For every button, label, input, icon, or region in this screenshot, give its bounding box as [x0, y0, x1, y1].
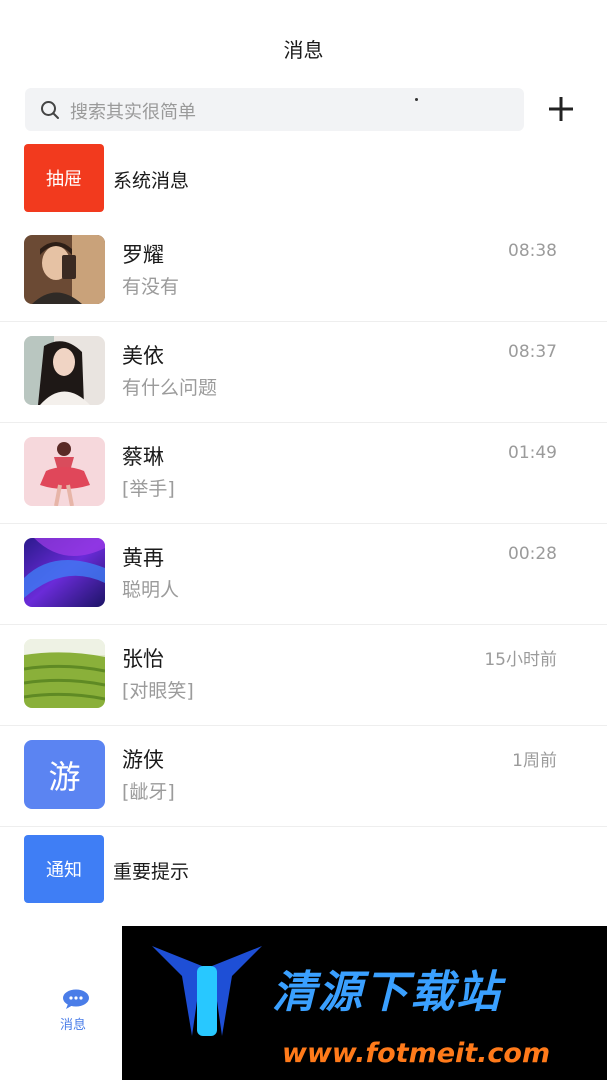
search-input[interactable]: 搜索其实很简单: [70, 98, 196, 124]
avatar-text: 游: [24, 740, 105, 809]
avatar: [24, 639, 105, 708]
avatar: [24, 437, 105, 506]
chat-message: 聪明人: [122, 579, 180, 601]
tab-messages[interactable]: 消息: [60, 1014, 86, 1033]
chat-time: 1周前: [512, 751, 557, 771]
notice-row[interactable]: 通知 重要提示: [0, 835, 607, 905]
watermark-logo-icon: [152, 946, 262, 1036]
chat-time: 01:49: [508, 443, 557, 463]
avatar: [24, 235, 105, 304]
watermark-title: 清源下载站: [272, 967, 502, 1018]
chat-name: 蔡琳: [122, 445, 164, 469]
notice-badge[interactable]: 通知: [24, 835, 104, 903]
page-title: 消息: [283, 38, 324, 62]
search-icon: [41, 101, 59, 119]
chat-message: 有什么问题: [122, 377, 218, 399]
chat-bubble-icon[interactable]: [62, 989, 90, 1009]
search-dot: [415, 98, 418, 101]
chat-message: [举手]: [122, 478, 175, 500]
avatar: [24, 538, 105, 607]
drawer-badge[interactable]: 抽屉: [24, 144, 104, 212]
chat-time: 08:37: [508, 342, 557, 362]
header: 消息: [0, 0, 607, 88]
chat-time: 00:28: [508, 544, 557, 564]
chat-row[interactable]: 张怡 [对眼笑] 15小时前: [0, 625, 607, 726]
chat-row[interactable]: 罗耀 有没有 08:38: [0, 221, 607, 322]
chat-row[interactable]: 游 游侠 [龇牙] 1周前: [0, 726, 607, 827]
chat-name: 张怡: [122, 647, 164, 671]
chat-time: 15小时前: [484, 650, 557, 670]
chat-name: 游侠: [122, 748, 164, 772]
bottom-tabbar: [0, 926, 122, 1080]
search-bar[interactable]: 搜索其实很简单: [25, 88, 524, 131]
notice-label: 重要提示: [113, 861, 190, 883]
watermark-url: www.fotmeit.com: [282, 1038, 551, 1069]
chat-row[interactable]: 美依 有什么问题 08:37: [0, 322, 607, 423]
chat-name: 黄再: [122, 546, 164, 570]
chat-message: [对眼笑]: [122, 680, 194, 702]
chat-message: 有没有: [122, 276, 180, 298]
watermark-banner: 清源下载站 www.fotmeit.com: [122, 926, 607, 1080]
chat-name: 罗耀: [122, 243, 164, 267]
chat-row[interactable]: 黄再 聪明人 00:28: [0, 524, 607, 625]
system-message-row[interactable]: 抽屉 系统消息: [0, 144, 607, 214]
add-icon[interactable]: [544, 92, 578, 126]
chat-time: 08:38: [508, 241, 557, 261]
chat-row[interactable]: 蔡琳 [举手] 01:49: [0, 423, 607, 524]
chat-message: [龇牙]: [122, 781, 175, 803]
avatar: 游: [24, 740, 105, 809]
system-message-label: 系统消息: [113, 170, 190, 192]
avatar: [24, 336, 105, 405]
chat-name: 美依: [122, 344, 164, 368]
